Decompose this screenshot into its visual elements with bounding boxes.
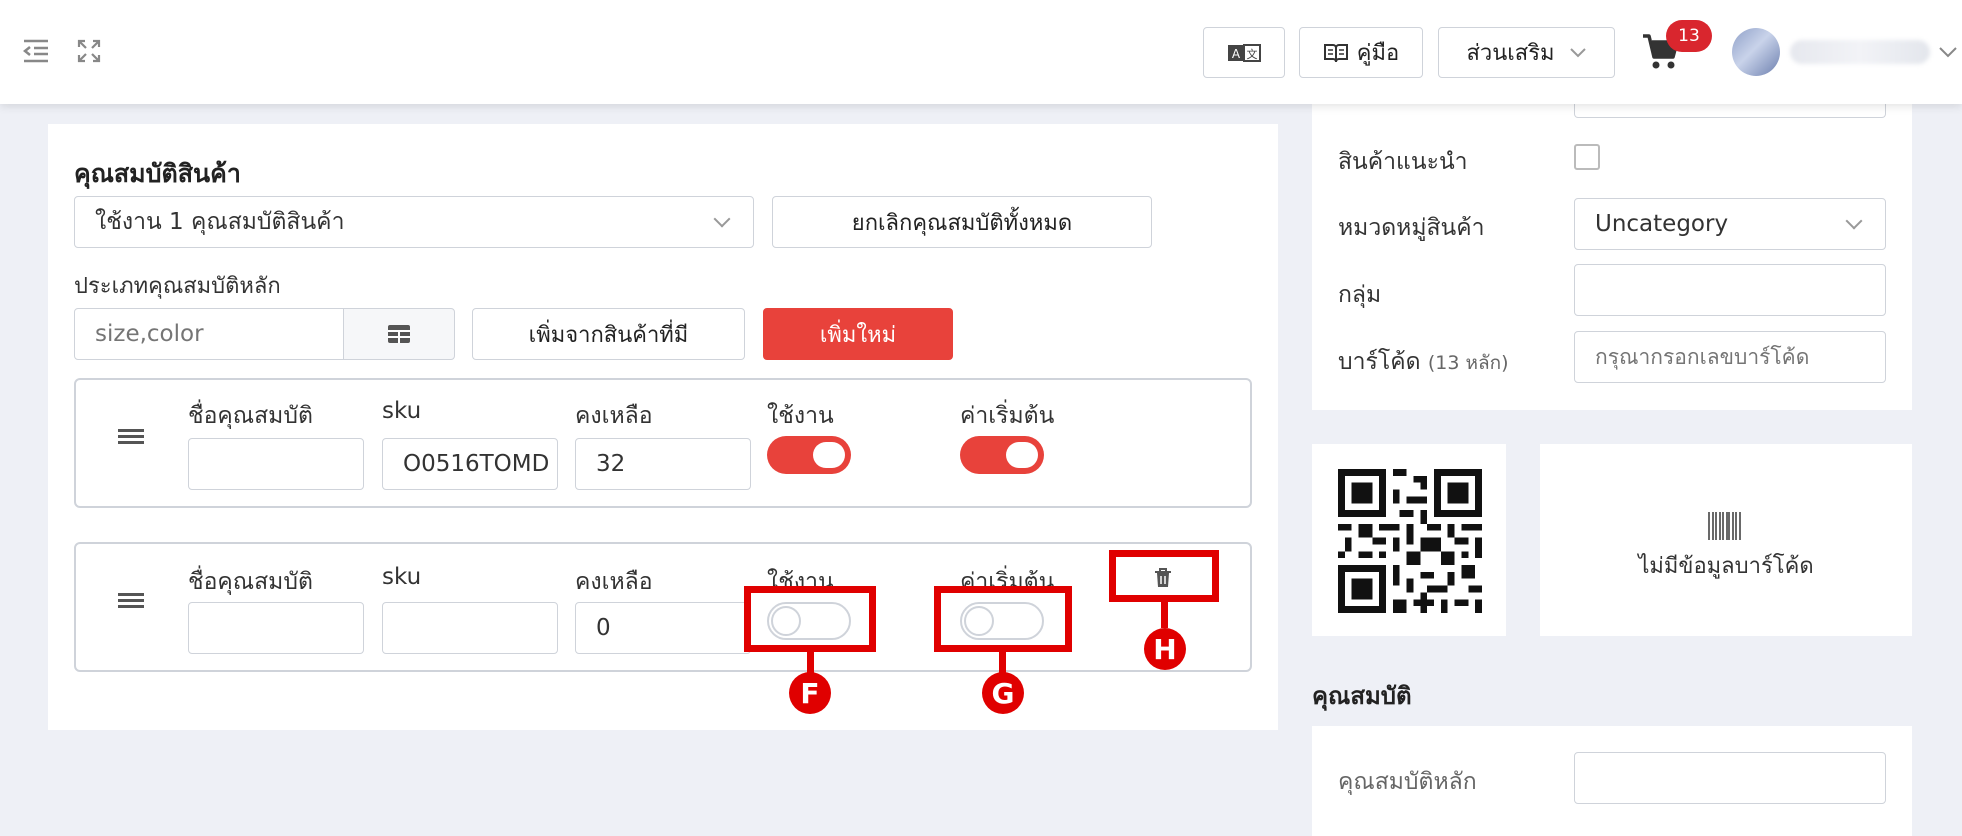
addons-label: ส่วนเสริม — [1466, 41, 1555, 66]
manual-button[interactable]: คู่มือ — [1299, 27, 1423, 78]
addons-dropdown[interactable]: ส่วนเสริม — [1438, 27, 1615, 78]
variant-stock-input[interactable]: 0 — [575, 602, 751, 654]
main-type-label: ประเภทคุณสมบัติหลัก — [74, 274, 281, 299]
chevron-down-icon — [1569, 47, 1586, 57]
annotation-box-g — [934, 586, 1072, 652]
translate-button[interactable]: A 文 — [1203, 27, 1285, 78]
svg-text:文: 文 — [1247, 47, 1258, 61]
group-label: กลุ่ม — [1338, 282, 1382, 308]
qr-code-icon — [1338, 469, 1482, 613]
col-name-label: ชื่อคุณสมบัติ — [188, 403, 313, 429]
user-menu-chevron-icon[interactable] — [1938, 46, 1958, 60]
barcode-label: บาร์โค้ด (13 หลัก) — [1338, 344, 1509, 380]
col-sku-label: sku — [382, 564, 422, 590]
group-input[interactable] — [1574, 264, 1886, 316]
type-grid-button[interactable] — [343, 308, 455, 360]
annotation-box-h — [1109, 550, 1219, 602]
section-title: คุณสมบัติสินค้า — [74, 159, 241, 188]
annotation-stem-h — [1161, 602, 1168, 628]
col-stock-label: คงเหลือ — [575, 403, 653, 429]
category-select[interactable]: Uncategory — [1574, 198, 1886, 250]
no-barcode-text: ไม่มีข้อมูลบาร์โค้ด — [1638, 554, 1814, 579]
variant-sku-input[interactable] — [382, 602, 558, 654]
recommended-checkbox[interactable] — [1574, 144, 1600, 170]
col-sku-label: sku — [382, 398, 422, 424]
annotation-marker-h: H — [1144, 628, 1186, 670]
cancel-all-variants-button[interactable]: ยกเลิกคุณสมบัติทั้งหมด — [772, 196, 1152, 248]
col-stock-label: คงเหลือ — [575, 569, 653, 595]
active-toggle[interactable] — [767, 436, 851, 474]
properties-title: คุณสมบัติ — [1312, 682, 1412, 710]
avatar[interactable] — [1732, 28, 1780, 76]
main-type-input[interactable] — [74, 308, 344, 360]
book-icon — [1323, 43, 1348, 62]
manual-label: คู่มือ — [1356, 41, 1400, 66]
variant-stock-input[interactable]: 32 — [575, 438, 751, 490]
cart-count-badge: 13 — [1666, 20, 1712, 52]
svg-text:A: A — [1232, 47, 1241, 61]
annotation-stem-g — [999, 652, 1006, 674]
col-default-label: ค่าเริ่มต้น — [960, 403, 1055, 429]
add-new-button[interactable]: เพิ่มใหม่ — [763, 308, 953, 360]
category-label: หมวดหมู่สินค้า — [1338, 215, 1485, 241]
barcode-hint: (13 หลัก) — [1427, 352, 1509, 374]
variant-usage-value: ใช้งาน 1 คุณสมบัติสินค้า — [95, 209, 345, 235]
collapse-sidebar-icon[interactable] — [22, 38, 50, 64]
annotation-marker-f: F — [789, 672, 831, 714]
top-bar: A 文 คู่มือ ส่วนเสริม 13 — [0, 0, 1962, 104]
cropped-input[interactable] — [1574, 104, 1886, 118]
main-prop-label: คุณสมบัติหลัก — [1338, 769, 1477, 795]
default-toggle[interactable] — [960, 436, 1044, 474]
table-icon — [388, 325, 410, 343]
barcode-input[interactable] — [1574, 331, 1886, 383]
category-value: Uncategory — [1595, 211, 1729, 237]
variant-sku-input[interactable]: O0516TOMD — [382, 438, 558, 490]
barcode-label-text: บาร์โค้ด — [1338, 349, 1421, 375]
barcode-icon — [1708, 512, 1741, 540]
drag-handle-icon[interactable] — [118, 590, 144, 611]
drag-handle-icon[interactable] — [118, 426, 144, 447]
translate-icon: A 文 — [1228, 43, 1261, 62]
variant-name-input[interactable] — [188, 438, 364, 490]
variant-name-input[interactable] — [188, 602, 364, 654]
user-name-blurred[interactable] — [1790, 40, 1930, 64]
variant-usage-select[interactable]: ใช้งาน 1 คุณสมบัติสินค้า — [74, 196, 754, 248]
add-from-existing-button[interactable]: เพิ่มจากสินค้าที่มี — [472, 308, 745, 360]
fullscreen-icon[interactable] — [76, 38, 102, 64]
col-name-label: ชื่อคุณสมบัติ — [188, 569, 313, 595]
annotation-box-f — [744, 586, 876, 652]
annotation-stem-f — [807, 652, 814, 674]
main-prop-input[interactable] — [1574, 752, 1886, 804]
annotation-marker-g: G — [982, 672, 1024, 714]
col-active-label: ใช้งาน — [767, 403, 834, 429]
recommended-label: สินค้าแนะนำ — [1338, 149, 1468, 175]
